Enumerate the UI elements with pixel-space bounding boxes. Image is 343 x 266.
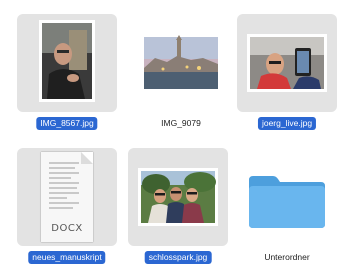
portrait-photo-thumbnail bbox=[39, 20, 95, 102]
group-photo-thumbnail bbox=[138, 168, 218, 226]
file-name-label[interactable]: neues_manuskript bbox=[28, 251, 106, 264]
selfie-photo-thumbnail bbox=[247, 34, 327, 92]
file-name-label[interactable]: IMG_8567.jpg bbox=[36, 117, 98, 130]
docx-document-icon: DOCX bbox=[41, 152, 93, 242]
landscape-photo-thumbnail bbox=[141, 34, 221, 92]
file-icon-grid: IMG_8567.jpg IMG_9079 joerg_live.jpg DOC… bbox=[0, 0, 343, 266]
file-name-label[interactable]: Unterordner bbox=[260, 251, 313, 264]
folder-icon bbox=[247, 174, 327, 229]
file-name-label[interactable]: joerg_live.jpg bbox=[257, 117, 317, 130]
document-extension: DOCX bbox=[51, 223, 83, 234]
file-name-label[interactable]: schlosspark.jpg bbox=[144, 251, 212, 264]
file-name-label[interactable]: IMG_9079 bbox=[157, 117, 205, 130]
